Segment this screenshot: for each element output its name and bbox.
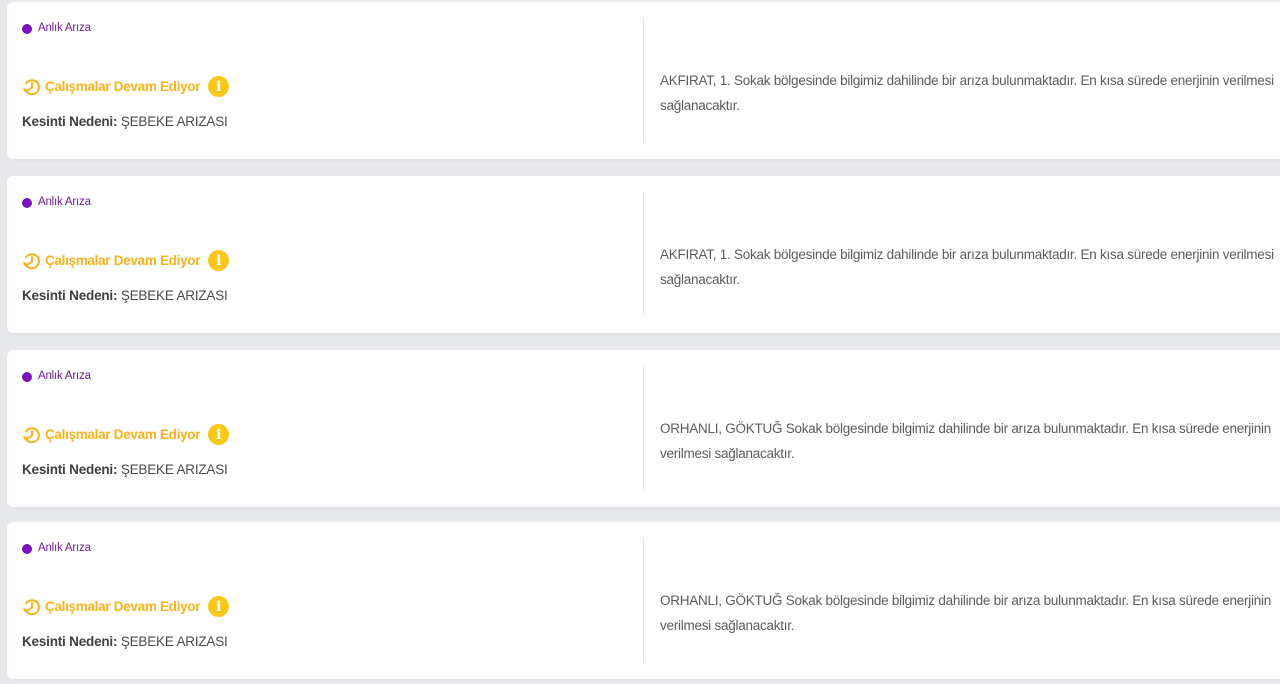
outage-type-badge: Anlık Arıza <box>22 542 91 554</box>
outage-card: Anlık Arıza Çalışmalar Devam Ediyor i Ke… <box>7 176 1280 333</box>
outage-description: AKFIRAT, 1. Sokak bölgesinde bilgimiz da… <box>660 73 1274 113</box>
clock-rotate-icon <box>23 426 40 443</box>
info-icon[interactable]: i <box>208 76 230 97</box>
outage-type-badge: Anlık Arıza <box>22 22 91 34</box>
outage-card: Anlık Arıza Çalışmalar Devam Ediyor i Ke… <box>7 350 1280 507</box>
outage-reason-label: Kesinti Nedeni: <box>22 634 118 649</box>
outage-summary: Anlık Arıza Çalışmalar Devam Ediyor i Ke… <box>7 176 643 333</box>
work-status: Çalışmalar Devam Ediyor i <box>22 76 230 97</box>
card-divider <box>643 538 644 663</box>
info-icon[interactable]: i <box>208 250 230 271</box>
outage-reason-value: ŞEBEKE ARIZASI <box>120 462 228 477</box>
outage-reason: Kesinti Nedeni: ŞEBEKE ARIZASI <box>22 634 228 649</box>
outage-reason: Kesinti Nedeni: ŞEBEKE ARIZASI <box>22 114 228 129</box>
outage-reason: Kesinti Nedeni: ŞEBEKE ARIZASI <box>22 462 228 477</box>
outage-type-badge: Anlık Arıza <box>22 370 91 382</box>
card-divider <box>643 192 644 317</box>
outage-description: AKFIRAT, 1. Sokak bölgesinde bilgimiz da… <box>660 247 1274 287</box>
outage-card: Anlık Arıza Çalışmalar Devam Ediyor i Ke… <box>7 2 1280 159</box>
outage-reason-label: Kesinti Nedeni: <box>22 462 118 477</box>
outage-type-badge: Anlık Arıza <box>22 196 91 208</box>
work-status: Çalışmalar Devam Ediyor i <box>22 424 230 445</box>
work-status-label: Çalışmalar Devam Ediyor <box>45 253 201 268</box>
outage-summary: Anlık Arıza Çalışmalar Devam Ediyor i Ke… <box>7 522 643 679</box>
work-status-label: Çalışmalar Devam Ediyor <box>45 79 201 94</box>
dot-icon <box>22 372 32 382</box>
work-status-label: Çalışmalar Devam Ediyor <box>45 427 201 442</box>
info-icon[interactable]: i <box>208 596 230 617</box>
card-divider <box>643 18 644 143</box>
dot-icon <box>22 544 32 554</box>
outage-summary: Anlık Arıza Çalışmalar Devam Ediyor i Ke… <box>7 350 643 507</box>
dot-icon <box>22 198 32 208</box>
info-icon[interactable]: i <box>208 424 230 445</box>
outage-type-label: Anlık Arıza <box>38 542 91 554</box>
work-status: Çalışmalar Devam Ediyor i <box>22 250 230 271</box>
clock-rotate-icon <box>23 78 40 95</box>
outage-card: Anlık Arıza Çalışmalar Devam Ediyor i Ke… <box>7 522 1280 679</box>
outage-reason-label: Kesinti Nedeni: <box>22 288 118 303</box>
clock-rotate-icon <box>23 252 40 269</box>
outage-reason-value: ŞEBEKE ARIZASI <box>120 288 228 303</box>
outage-reason-label: Kesinti Nedeni: <box>22 114 118 129</box>
outage-reason-value: ŞEBEKE ARIZASI <box>120 114 228 129</box>
dot-icon <box>22 24 32 34</box>
work-status: Çalışmalar Devam Ediyor i <box>22 596 230 617</box>
outage-type-label: Anlık Arıza <box>38 370 91 382</box>
outage-list: Anlık Arıza Çalışmalar Devam Ediyor i Ke… <box>0 0 1280 684</box>
clock-rotate-icon <box>23 598 40 615</box>
card-divider <box>643 366 644 491</box>
outage-type-label: Anlık Arıza <box>38 22 91 34</box>
outage-reason: Kesinti Nedeni: ŞEBEKE ARIZASI <box>22 288 228 303</box>
outage-type-label: Anlık Arıza <box>38 196 91 208</box>
outage-reason-value: ŞEBEKE ARIZASI <box>120 634 228 649</box>
outage-summary: Anlık Arıza Çalışmalar Devam Ediyor i Ke… <box>7 2 643 159</box>
work-status-label: Çalışmalar Devam Ediyor <box>45 599 201 614</box>
outage-description: ORHANLI, GÖKTUĞ Sokak bölgesinde bilgimi… <box>660 421 1272 461</box>
outage-description: ORHANLI, GÖKTUĞ Sokak bölgesinde bilgimi… <box>660 593 1272 633</box>
